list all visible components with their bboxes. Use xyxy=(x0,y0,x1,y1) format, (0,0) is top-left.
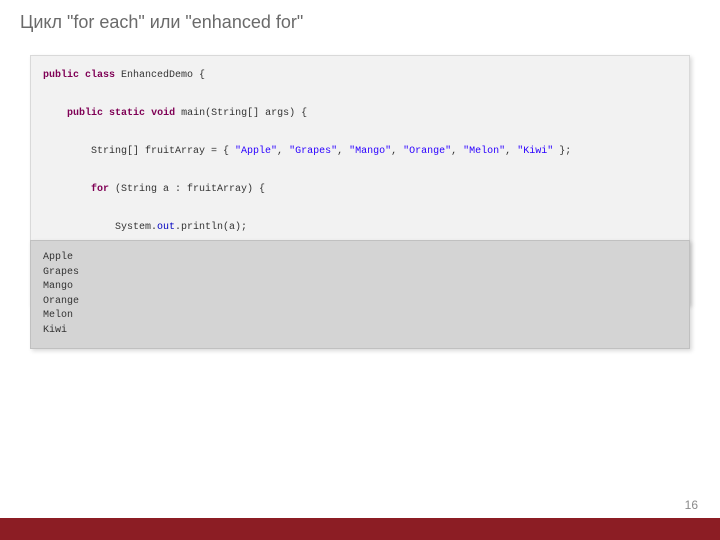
print-pre: System. xyxy=(43,222,157,233)
for-signature: (String a : fruitArray) { xyxy=(109,184,265,195)
output-block: Apple Grapes Mango Orange Melon Kiwi xyxy=(30,240,690,349)
keyword-public: public xyxy=(67,108,103,119)
print-post: .println(a); xyxy=(175,222,247,233)
footer-bar xyxy=(0,518,720,540)
method-signature: main(String[] args) { xyxy=(175,108,307,119)
string-literal: "Melon" xyxy=(463,146,505,157)
keyword-for: for xyxy=(91,184,109,195)
string-literal: "Grapes" xyxy=(289,146,337,157)
keyword-void: void xyxy=(151,108,175,119)
slide: Цикл "for each" или "enhanced for" publi… xyxy=(0,0,720,540)
string-literal: "Orange" xyxy=(403,146,451,157)
keyword-class: class xyxy=(85,70,115,81)
string-literal: "Apple" xyxy=(235,146,277,157)
keyword-public: public xyxy=(43,70,79,81)
string-literal: "Kiwi" xyxy=(517,146,553,157)
page-number: 16 xyxy=(685,498,698,512)
decl-pre: String[] fruitArray = { xyxy=(43,146,235,157)
class-name: EnhancedDemo { xyxy=(115,70,205,81)
decl-post: }; xyxy=(553,146,571,157)
slide-title: Цикл "for each" или "enhanced for" xyxy=(20,12,303,33)
field-out: out xyxy=(157,222,175,233)
string-literal: "Mango" xyxy=(349,146,391,157)
keyword-static: static xyxy=(109,108,145,119)
